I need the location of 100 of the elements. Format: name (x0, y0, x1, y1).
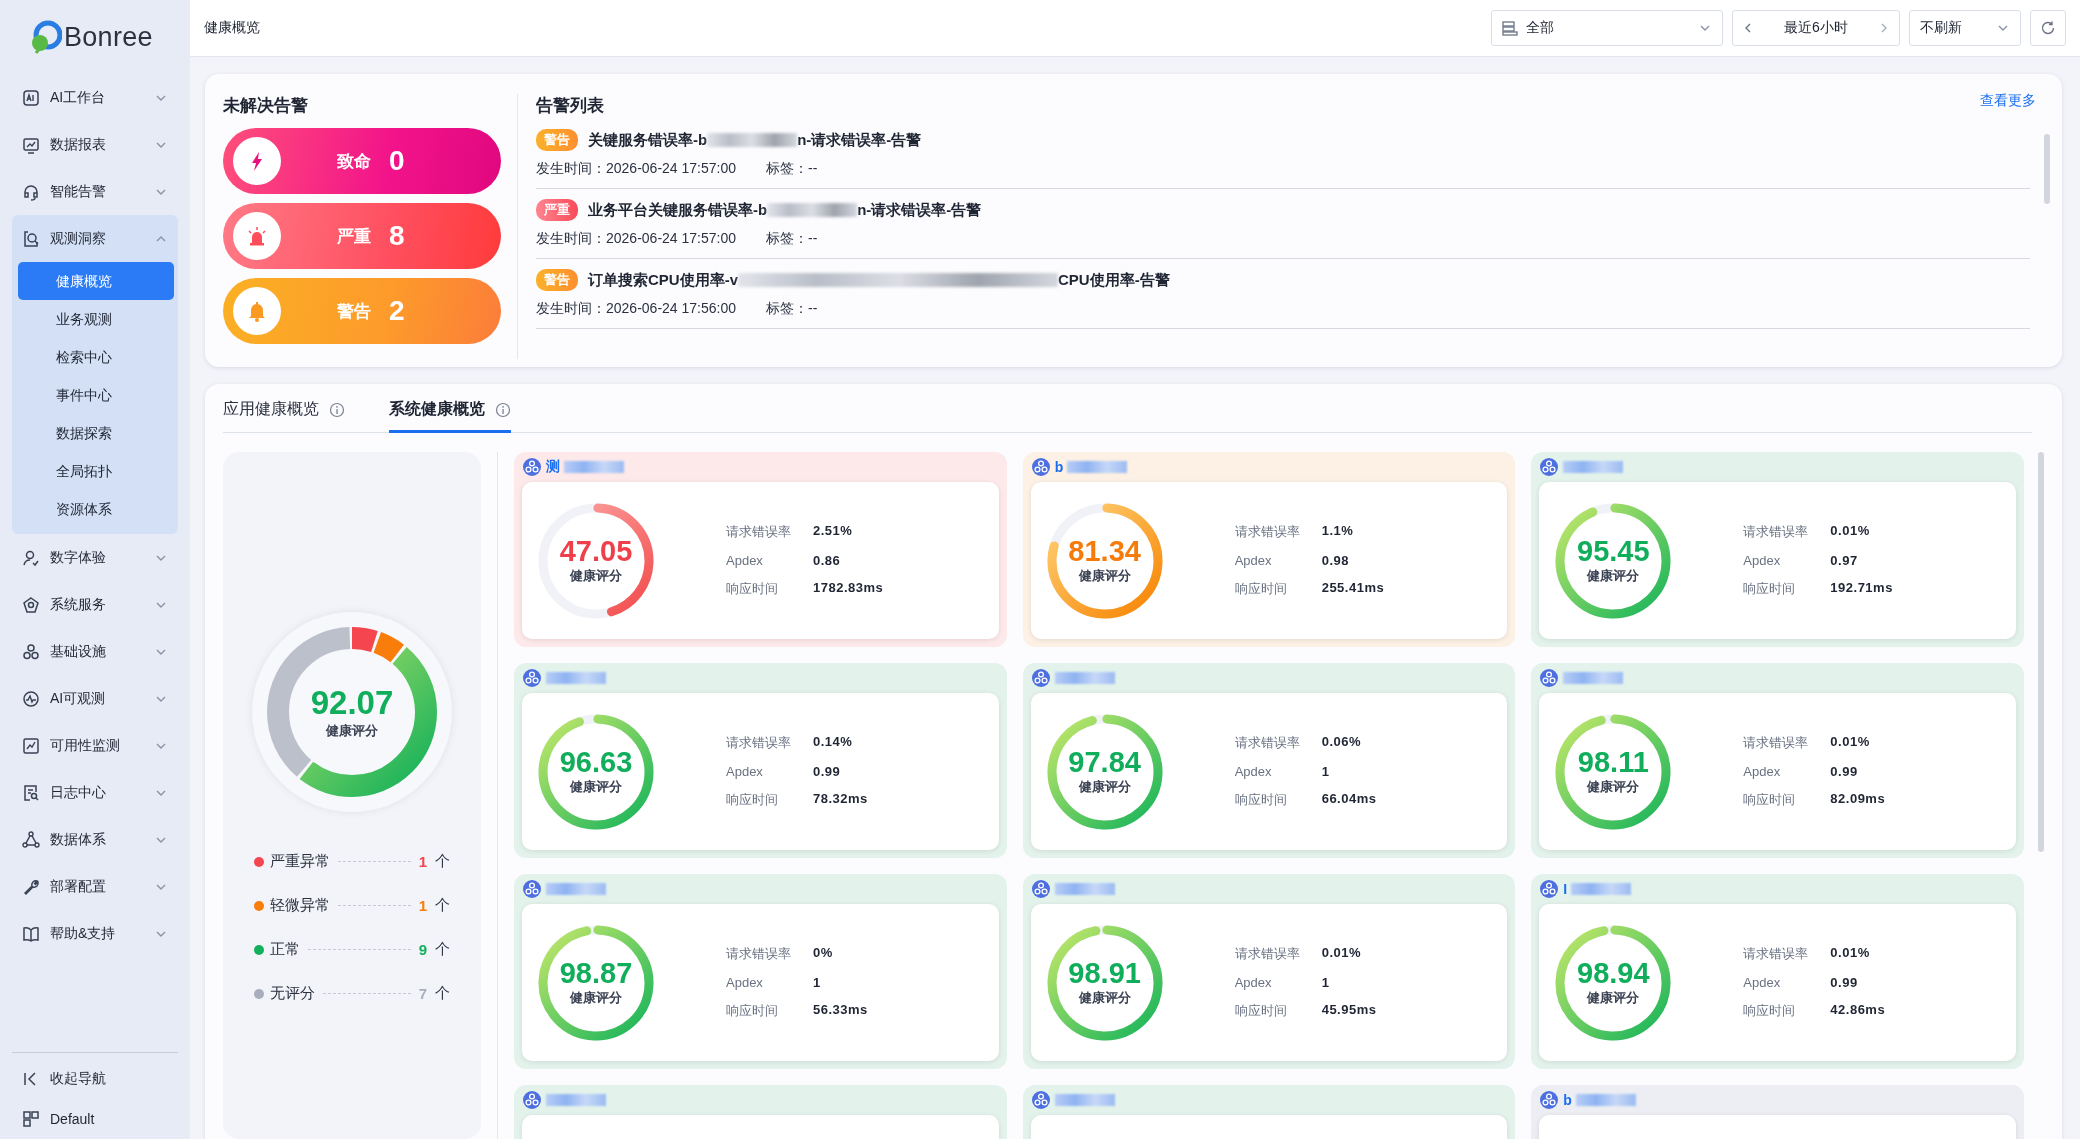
tab[interactable]: 系统健康概览 (389, 399, 511, 433)
alert-title-suffix[interactable]: n-请求错误率-告警 (797, 130, 922, 150)
legend-unit: 个 (435, 940, 450, 959)
score-label: 健康评分 (1078, 778, 1131, 797)
time-range-picker[interactable]: 最近6小时 (1732, 10, 1900, 46)
metric-label: 请求错误率 (1743, 734, 1809, 752)
nav-item[interactable]: 数据体系 (12, 816, 178, 863)
metric-value: 1 (1321, 764, 1331, 779)
metric-label: 响应时间 (726, 1002, 779, 1020)
metric-value: 0.01% (1321, 945, 1363, 962)
metric-value: 66.04ms (1321, 791, 1377, 808)
blurred-text (1054, 672, 1115, 684)
alert-title-suffix[interactable]: n-请求错误率-告警 (857, 200, 982, 220)
nav-item[interactable]: AI可观测 (12, 675, 178, 722)
nav-item[interactable]: 部署配置 (12, 863, 178, 910)
tab[interactable]: 应用健康概览 (223, 399, 345, 433)
system-card[interactable]: 98.91 健康评分 请求错误率 0.01% Apdex 1 响应时间 45.95ms (1022, 874, 1516, 1069)
metric-value: 1 (813, 975, 822, 990)
system-card[interactable]: b 81.34 健康评分 请求错误率 1.1% Apdex 0.98 响应时间 255.41ms (1022, 452, 1516, 647)
nav-subitem[interactable]: 健康概览 (18, 262, 174, 300)
system-card[interactable]: 96.63 健康评分 请求错误率 0.14% Apdex 0.99 响应时间 78.32ms (514, 663, 1007, 858)
workspace-item[interactable]: Default (12, 1099, 178, 1139)
alert-title-suffix[interactable]: CPU使用率-告警 (1058, 270, 1170, 290)
view-more-link[interactable]: 查看更多 (1980, 92, 2036, 110)
pulse-icon (22, 689, 40, 708)
health-score: 98.91 (1068, 957, 1141, 990)
scope-dropdown[interactable]: 全部 (1491, 10, 1723, 46)
system-card[interactable]: 97.84 健康评分 请求错误率 0.06% Apdex 1 响应时间 66.04ms (1022, 663, 1516, 858)
nav-item[interactable]: 数字体验 (12, 534, 178, 581)
alert-title[interactable]: 业务平台关键服务错误率-b (588, 200, 768, 220)
metric-value: 0.01% (1830, 945, 1871, 962)
nav-item[interactable]: 帮助&支持 (12, 910, 178, 957)
score-label: 健康评分 (1587, 989, 1640, 1008)
health-score: 81.34 (1068, 535, 1141, 568)
system-card[interactable]: 98.87 健康评分 请求错误率 0% Apdex 1 响应时间 56.33ms (514, 874, 1007, 1069)
nav-subitem[interactable]: 资源体系 (18, 490, 174, 528)
system-card[interactable]: 测 47.05 健康评分 请求错误率 2.51% Apdex 0.86 响应时间 1782.83ms (514, 452, 1007, 647)
nav-subitem[interactable]: 数据探索 (18, 414, 174, 452)
metric-value: 0.86 (813, 553, 842, 568)
refresh-button[interactable] (2030, 10, 2066, 46)
metric-label: 请求错误率 (1234, 734, 1300, 752)
metric-label: 响应时间 (1234, 580, 1288, 598)
metric-label: 请求错误率 (726, 945, 791, 963)
refresh-dropdown[interactable]: 不刷新 (1909, 10, 2021, 46)
alert-title[interactable]: 关键服务错误率-b (588, 130, 708, 150)
system-card[interactable]: I 98.94 健康评分 请求错误率 0.01% Apdex 0.99 响应时间 42.86ms (1531, 874, 2024, 1069)
info-icon (495, 401, 511, 418)
nav-item[interactable]: 可用性监测 (12, 722, 178, 769)
legend-label: 无评分 (270, 984, 315, 1003)
metric-value: 1 (1321, 975, 1331, 990)
metric-value: 192.71ms (1830, 580, 1893, 597)
alert-tags: 标签：-- (766, 160, 818, 178)
nav-subitem[interactable]: 检索中心 (18, 338, 174, 376)
alert-count: 8 (389, 220, 405, 252)
metric-label: Apdex (1234, 975, 1273, 990)
nav-item[interactable]: 日志中心 (12, 769, 178, 816)
health-score: 98.87 (559, 957, 633, 990)
chevron-right-icon (1879, 22, 1889, 34)
collapse-nav-button[interactable]: 收起导航 (12, 1059, 178, 1099)
overall-score: 92.07 (310, 684, 394, 722)
nav-item[interactable]: AI工作台 (12, 74, 178, 121)
cluster-icon (522, 1090, 542, 1110)
system-card[interactable]: b (1531, 1085, 2024, 1139)
blurred-text (546, 672, 606, 684)
health-score: 97.84 (1068, 746, 1141, 779)
blurred-text (1575, 1094, 1636, 1106)
book-icon (22, 924, 40, 943)
nav-subitem[interactable]: 事件中心 (18, 376, 174, 414)
cluster-icon (522, 457, 542, 477)
metric-value: 0.97 (1830, 553, 1859, 568)
cluster-icon (1030, 668, 1051, 688)
nav-item[interactable]: 智能告警 (12, 168, 178, 215)
nav-item[interactable]: 系统服务 (12, 581, 178, 628)
health-score: 98.94 (1577, 957, 1650, 990)
alert-level-label: 严重 (337, 225, 371, 248)
section-title: 未解决告警 (223, 95, 309, 117)
metric-label: 请求错误率 (726, 523, 791, 541)
nav-item[interactable]: 观测洞察 (12, 215, 178, 262)
alert-time: 发生时间：2026-06-24 17:57:00 (536, 230, 736, 248)
metric-value: 1.1% (1321, 523, 1355, 540)
alert-title[interactable]: 订单搜索CPU使用率-v (588, 270, 738, 290)
score-label: 健康评分 (1078, 567, 1131, 586)
circles-icon (22, 642, 40, 661)
system-name: b (1563, 1092, 1572, 1108)
nav-subitem[interactable]: 全局拓扑 (18, 452, 174, 490)
nav-item[interactable]: 基础设施 (12, 628, 178, 675)
metric-label: 响应时间 (1234, 791, 1288, 809)
legend-unit: 个 (435, 984, 450, 1003)
legend-unit: 个 (435, 852, 450, 871)
metric-value: 0.99 (1830, 764, 1859, 779)
system-card[interactable]: 95.45 健康评分 请求错误率 0.01% Apdex 0.97 响应时间 192.71ms (1531, 452, 2024, 647)
alert-count-card[interactable]: 致命 0 (223, 128, 501, 194)
metric-label: 响应时间 (1743, 1002, 1797, 1020)
blurred-text (1563, 461, 1624, 473)
nav-subitem[interactable]: 业务观测 (18, 300, 174, 338)
cluster-icon (522, 668, 542, 688)
nav-item[interactable]: 数据报表 (12, 121, 178, 168)
system-card[interactable]: 98.11 健康评分 请求错误率 0.01% Apdex 0.99 响应时间 82.09ms (1531, 663, 2024, 858)
severity-tag: 警告 (536, 269, 578, 291)
cluster-icon (522, 879, 542, 899)
